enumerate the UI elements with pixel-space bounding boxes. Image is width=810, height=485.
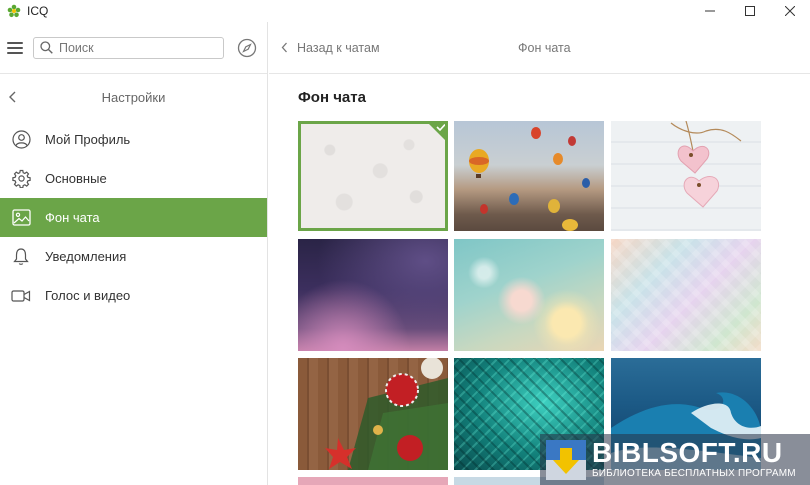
sidebar: Настройки Мой Профиль <box>0 22 268 485</box>
section-title: Фон чата <box>298 89 366 106</box>
watermark-title: BIBLSOFT.RU <box>592 437 783 468</box>
menu-item-chat-background[interactable]: Фон чата <box>0 198 267 237</box>
profile-icon <box>11 130 31 150</box>
search-input[interactable] <box>59 40 209 55</box>
menu-item-voice-video[interactable]: Голос и видео <box>0 276 267 315</box>
search-row <box>0 22 267 74</box>
watermark-subtitle: БИБЛИОТЕКА БЕСПЛАТНЫХ ПРОГРАММ <box>592 468 796 479</box>
wallpaper-christmas-ornaments[interactable] <box>298 358 448 470</box>
minimize-icon <box>705 10 715 12</box>
hearts-image <box>670 121 742 208</box>
settings-title: Настройки <box>101 89 166 105</box>
balloons-image <box>469 127 590 231</box>
biblsoft-watermark: BIBLSOFT.RU БИБЛИОТЕКА БЕСПЛАТНЫХ ПРОГРА… <box>540 434 810 485</box>
menu-item-profile[interactable]: Мой Профиль <box>0 120 267 159</box>
wallpaper-doodle-pattern[interactable] <box>298 121 448 231</box>
selected-check-icon <box>429 124 445 140</box>
icq-flower-icon <box>3 0 25 22</box>
settings-header: Настройки <box>0 74 267 120</box>
menu-item-label: Фон чата <box>45 210 100 225</box>
ornaments-image <box>325 358 448 470</box>
close-icon <box>785 6 795 16</box>
download-arrow-icon <box>546 439 586 480</box>
settings-back-icon[interactable] <box>8 90 18 104</box>
back-to-chats-link[interactable]: Назад к чатам <box>281 41 380 55</box>
hamburger-menu-icon[interactable] <box>7 41 23 54</box>
main-panel: Назад к чатам Фон чата Фон чата <box>269 22 810 485</box>
wallpaper-dark-purple-bokeh[interactable] <box>298 239 448 351</box>
search-icon <box>40 41 53 54</box>
wallpaper-row4-1[interactable] <box>298 477 448 485</box>
icq-window: ICQ Поиск Настройки Мой Профиль Основные… <box>0 0 810 485</box>
main-header: Назад к чатам Фон чата <box>269 22 810 74</box>
bell-icon <box>11 247 31 267</box>
menu-item-general[interactable]: Основные <box>0 159 267 198</box>
minimize-button[interactable] <box>690 0 730 22</box>
wallpaper-pink-hearts-on-wood[interactable] <box>611 121 761 231</box>
close-button[interactable] <box>770 0 810 22</box>
app-title: ICQ <box>27 4 49 18</box>
menu-item-label: Уведомления <box>45 249 127 264</box>
window-controls <box>690 0 810 22</box>
image-icon <box>11 208 31 228</box>
video-camera-icon <box>11 286 31 306</box>
maximize-button[interactable] <box>730 0 770 22</box>
chevron-left-icon <box>281 42 287 53</box>
settings-menu: Мой Профиль Основные Фон чата Уведомлени… <box>0 120 267 315</box>
menu-item-notifications[interactable]: Уведомления <box>0 237 267 276</box>
compass-icon[interactable] <box>237 38 257 58</box>
back-to-chats-label: Назад к чатам <box>297 40 380 55</box>
gear-icon <box>11 169 31 189</box>
menu-item-label: Основные <box>45 171 107 186</box>
header-title: Фон чата <box>518 40 571 55</box>
search-box[interactable] <box>33 36 224 59</box>
menu-item-label: Мой Профиль <box>45 132 131 147</box>
maximize-icon <box>745 6 755 16</box>
wallpaper-pastel-heart-bokeh[interactable] <box>454 239 604 351</box>
menu-item-label: Голос и видео <box>45 288 131 303</box>
wallpaper-pastel-geometric[interactable] <box>611 239 761 351</box>
title-bar: ICQ <box>0 0 810 22</box>
wallpaper-hot-air-balloons[interactable] <box>454 121 604 231</box>
